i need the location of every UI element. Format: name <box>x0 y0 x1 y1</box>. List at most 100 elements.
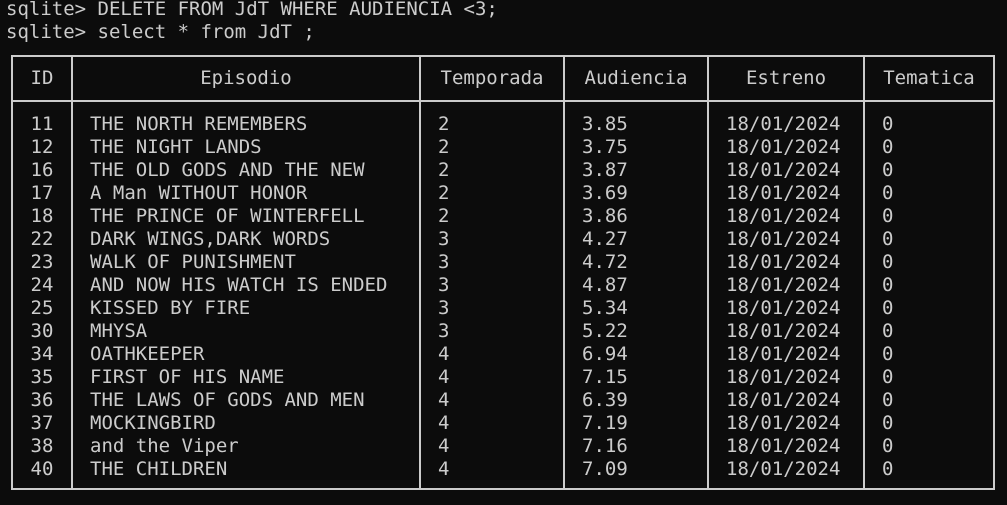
table-row: 34 OATHKEEPER 4 6.94 18/01/2024 0 <box>0 343 1007 366</box>
cell-audiencia: 4.87 <box>582 274 628 296</box>
table-row: 18 THE PRINCE OF WINTERFELL 2 3.86 18/01/202… <box>0 205 1007 228</box>
cell-tematica: 0 <box>882 182 894 204</box>
cell-id: 16 <box>30 159 54 181</box>
cell-id: 24 <box>30 274 54 296</box>
cell-temporada: 2 <box>438 113 450 135</box>
table-row: 36 THE LAWS OF GODS AND MEN 4 6.39 18/01/202… <box>0 389 1007 412</box>
header-audiencia: Audiencia <box>584 67 688 89</box>
cell-estreno: 18/01/2024 <box>726 251 841 273</box>
cell-estreno: 18/01/2024 <box>726 343 841 365</box>
cell-id: 30 <box>30 320 54 342</box>
cell-id: 40 <box>30 458 54 480</box>
cell-estreno: 18/01/2024 <box>726 297 841 319</box>
cell-temporada: 4 <box>438 412 450 434</box>
cell-id: 25 <box>30 297 54 319</box>
cell-temporada: 3 <box>438 320 450 342</box>
header-temporada: Temporada <box>440 67 544 89</box>
table-row: 17 A Man WITHOUT HONOR 2 3.69 18/01/2024 0 <box>0 182 1007 205</box>
cell-audiencia: 7.15 <box>582 366 628 388</box>
cell-tematica: 0 <box>882 297 894 319</box>
cell-audiencia: 5.34 <box>582 297 628 319</box>
cell-id: 22 <box>30 228 54 250</box>
table-row: 35 FIRST OF HIS NAME 4 7.15 18/01/2024 0 <box>0 366 1007 389</box>
table-row: 23 WALK OF PUNISHMENT 3 4.72 18/01/2024 0 <box>0 251 1007 274</box>
cell-estreno: 18/01/2024 <box>726 274 841 296</box>
cell-temporada: 4 <box>438 343 450 365</box>
table-row: 37 MOCKINGBIRD 4 7.19 18/01/2024 0 <box>0 412 1007 435</box>
command-line-delete: sqlite> DELETE FROM JdT WHERE AUDIENCIA … <box>6 0 498 20</box>
cell-episodio: WALK OF PUNISHMENT <box>90 251 296 273</box>
cell-episodio: A Man WITHOUT HONOR <box>90 182 308 204</box>
cell-episodio: THE CHILDREN <box>90 458 228 480</box>
cell-estreno: 18/01/2024 <box>726 366 841 388</box>
terminal-window[interactable]: { "commands": [ "sqlite> DELETE FROM JdT… <box>0 0 1007 505</box>
cell-temporada: 2 <box>438 205 450 227</box>
cell-audiencia: 7.19 <box>582 412 628 434</box>
cell-temporada: 4 <box>438 389 450 411</box>
cell-episodio: THE OLD GODS AND THE NEW <box>90 159 365 181</box>
cell-audiencia: 4.27 <box>582 228 628 250</box>
cell-id: 12 <box>30 136 54 158</box>
command-line-select: sqlite> select * from JdT ; <box>6 21 315 43</box>
table-row: 22 DARK WINGS,DARK WORDS 3 4.27 18/01/2024 0 <box>0 228 1007 251</box>
cell-estreno: 18/01/2024 <box>726 389 841 411</box>
cell-estreno: 18/01/2024 <box>726 435 841 457</box>
cell-estreno: 18/01/2024 <box>726 205 841 227</box>
cell-estreno: 18/01/2024 <box>726 228 841 250</box>
cell-tematica: 0 <box>882 366 894 388</box>
cell-audiencia: 4.72 <box>582 251 628 273</box>
table-row: 11 THE NORTH REMEMBERS 2 3.85 18/01/2024 0 <box>0 113 1007 136</box>
cell-temporada: 4 <box>438 458 450 480</box>
cell-id: 17 <box>30 182 54 204</box>
cell-temporada: 3 <box>438 251 450 273</box>
cell-episodio: THE NORTH REMEMBERS <box>90 113 308 135</box>
cell-audiencia: 3.85 <box>582 113 628 135</box>
cell-tematica: 0 <box>882 274 894 296</box>
cell-temporada: 4 <box>438 435 450 457</box>
cell-audiencia: 3.87 <box>582 159 628 181</box>
cell-tematica: 0 <box>882 205 894 227</box>
cell-estreno: 18/01/2024 <box>726 412 841 434</box>
cell-tematica: 0 <box>882 343 894 365</box>
cell-tematica: 0 <box>882 113 894 135</box>
cell-episodio: THE NIGHT LANDS <box>90 136 262 158</box>
cell-episodio: DARK WINGS,DARK WORDS <box>90 228 331 250</box>
table-row: 16 THE OLD GODS AND THE NEW 2 3.87 18/01/202… <box>0 159 1007 182</box>
cell-tematica: 0 <box>882 228 894 250</box>
cell-audiencia: 3.86 <box>582 205 628 227</box>
cell-episodio: THE LAWS OF GODS AND MEN <box>90 389 365 411</box>
cell-audiencia: 7.09 <box>582 458 628 480</box>
cell-estreno: 18/01/2024 <box>726 159 841 181</box>
cell-tematica: 0 <box>882 458 894 480</box>
header-tematica: Tematica <box>883 67 975 89</box>
cell-audiencia: 7.16 <box>582 435 628 457</box>
cell-temporada: 3 <box>438 228 450 250</box>
header-id: ID <box>30 67 54 89</box>
cell-estreno: 18/01/2024 <box>726 182 841 204</box>
cell-episodio: FIRST OF HIS NAME <box>90 366 285 388</box>
cell-episodio: MOCKINGBIRD <box>90 412 216 434</box>
cell-tematica: 0 <box>882 412 894 434</box>
cell-temporada: 3 <box>438 274 450 296</box>
header-estreno: Estreno <box>745 67 827 89</box>
cell-episodio: and the Viper <box>90 435 239 457</box>
table-row: 24 AND NOW HIS WATCH IS ENDED 3 4.87 18/01/2… <box>0 274 1007 297</box>
cell-tematica: 0 <box>882 389 894 411</box>
cell-temporada: 4 <box>438 366 450 388</box>
cell-tematica: 0 <box>882 435 894 457</box>
cell-temporada: 2 <box>438 136 450 158</box>
cell-episodio: AND NOW HIS WATCH IS ENDED <box>90 274 388 296</box>
cell-temporada: 2 <box>438 182 450 204</box>
table-row: 38 and the Viper 4 7.16 18/01/2024 0 <box>0 435 1007 458</box>
cell-tematica: 0 <box>882 136 894 158</box>
table-row: 40 THE CHILDREN 4 7.09 18/01/2024 0 <box>0 458 1007 481</box>
cell-audiencia: 5.22 <box>582 320 628 342</box>
cell-estreno: 18/01/2024 <box>726 113 841 135</box>
cell-id: 37 <box>30 412 54 434</box>
cell-estreno: 18/01/2024 <box>726 320 841 342</box>
cell-tematica: 0 <box>882 251 894 273</box>
cell-audiencia: 3.75 <box>582 136 628 158</box>
cell-id: 23 <box>30 251 54 273</box>
header-episodio: Episodio <box>200 67 292 89</box>
table-row: 30 MHYSA 3 5.22 18/01/2024 0 <box>0 320 1007 343</box>
